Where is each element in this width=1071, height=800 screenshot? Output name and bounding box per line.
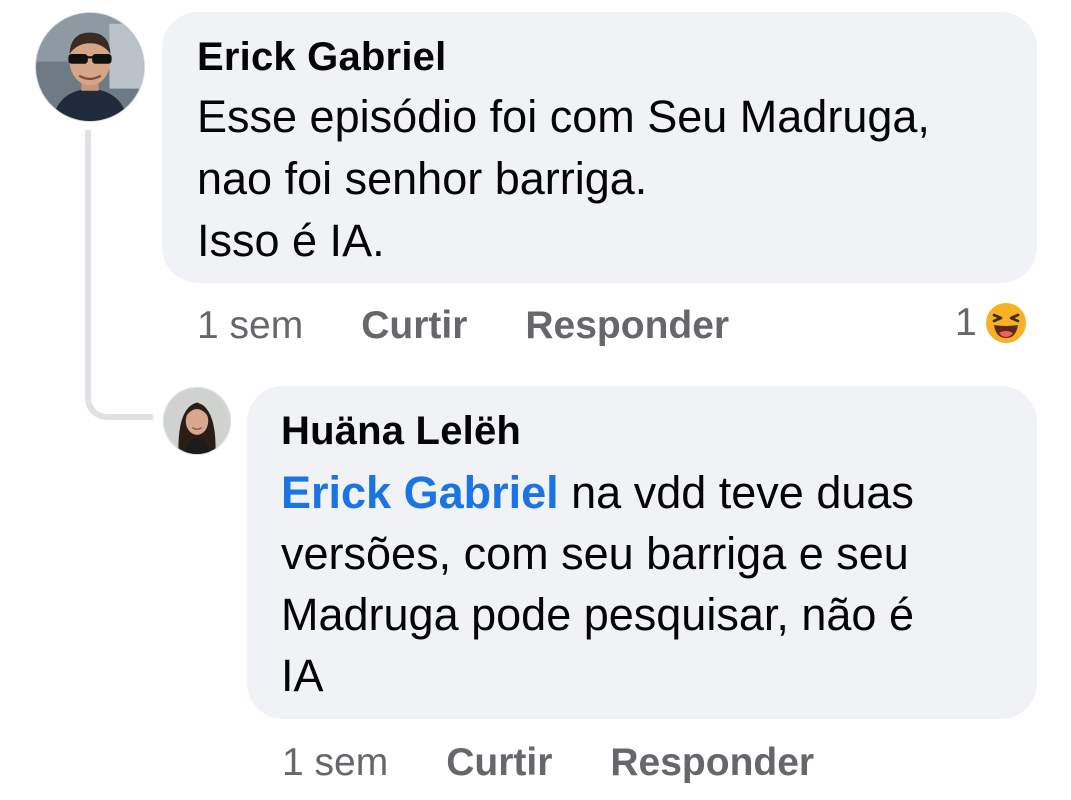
avatar-erick-gabriel[interactable]	[35, 12, 145, 122]
reply-actions: 1 sem Curtir Responder	[282, 739, 814, 787]
reply-author-name[interactable]: Huäna Lelëh	[281, 406, 1007, 456]
mention-link[interactable]: Erick Gabriel	[281, 467, 559, 518]
comment-timestamp[interactable]: 1 sem	[197, 304, 303, 348]
reply-timestamp[interactable]: 1 sem	[282, 741, 388, 785]
reaction-count: 1	[955, 301, 977, 344]
thread-connector-line	[85, 130, 153, 420]
comment-author-name[interactable]: Erick Gabriel	[197, 32, 1003, 82]
comment-actions: 1 sem Curtir Responder	[197, 302, 729, 350]
reaction-summary[interactable]: 1	[955, 298, 1029, 348]
reply-text: Erick Gabriel na vdd teve duas versões, …	[281, 462, 1007, 706]
reply-reply-button[interactable]: Responder	[610, 741, 814, 785]
profile-photo-icon	[36, 13, 144, 121]
laughing-emoji-icon	[983, 300, 1029, 346]
like-button[interactable]: Curtir	[361, 304, 467, 348]
avatar-huana-leleh[interactable]	[163, 387, 231, 455]
reply-like-button[interactable]: Curtir	[446, 741, 552, 785]
comment-text: Esse episódio foi com Seu Madruga, nao f…	[197, 91, 930, 266]
reply-button[interactable]: Responder	[525, 304, 729, 348]
reply-bubble: Huäna Lelëh Erick Gabriel na vdd teve du…	[247, 386, 1037, 719]
profile-photo-icon	[164, 388, 230, 454]
comment-bubble: Erick Gabriel Esse episódio foi com Seu …	[162, 12, 1037, 283]
